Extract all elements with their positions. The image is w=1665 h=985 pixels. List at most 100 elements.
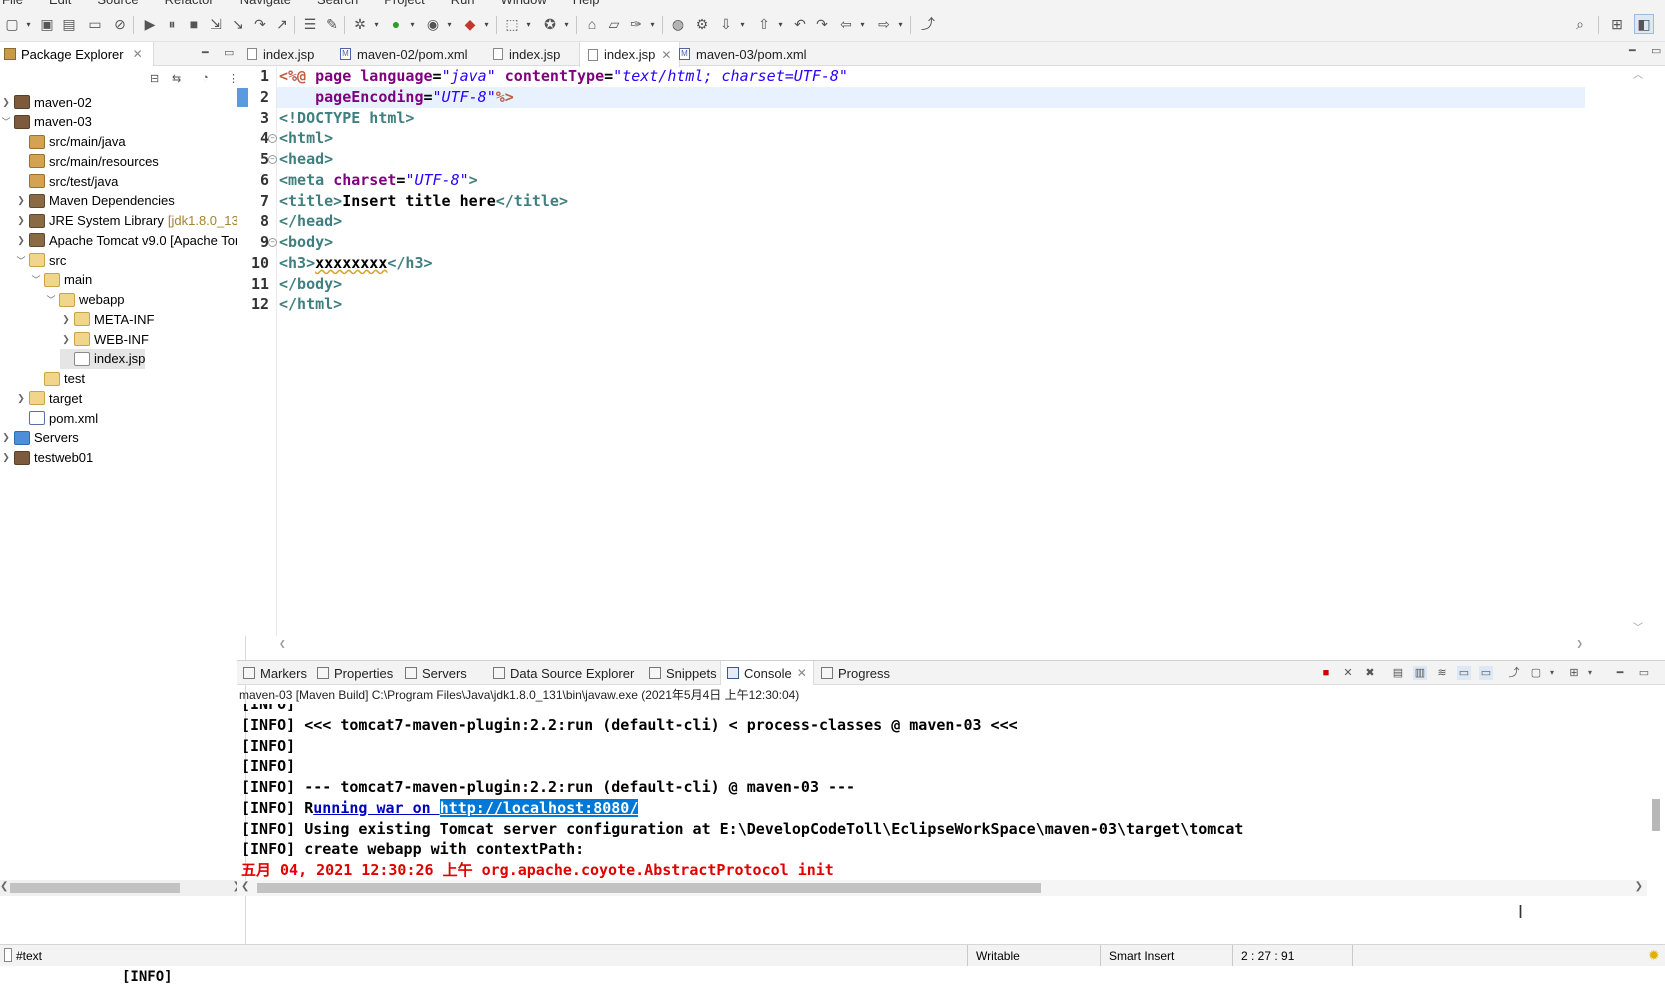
menu-search[interactable]: Search <box>317 0 358 8</box>
disconnect-icon[interactable]: ⇲ <box>206 14 226 34</box>
tip-bulb-icon[interactable]: ✹ <box>1648 947 1660 964</box>
previous-annotation-dropdown-icon[interactable]: ▾ <box>776 14 785 34</box>
chevron-right-icon[interactable]: ❯ <box>15 235 27 246</box>
coverage-icon[interactable]: ◉ <box>423 14 443 34</box>
pin-console-icon[interactable]: ⤴ <box>1507 666 1521 680</box>
resume-icon[interactable]: ▶ <box>140 14 160 34</box>
chevron-right-icon[interactable]: ❯ <box>15 195 27 206</box>
menu-run[interactable]: Run <box>451 0 475 8</box>
remove-all-terminated-icon[interactable]: ✖ <box>1363 666 1377 680</box>
skip-breakpoints-icon[interactable]: ⊘ <box>110 14 130 34</box>
fold-toggle-icon[interactable]: − <box>268 238 277 247</box>
tree-item[interactable]: ❯ Maven Dependencies <box>15 191 175 211</box>
remove-launch-icon[interactable]: ✕ <box>1341 666 1355 680</box>
open-console-dropdown-icon[interactable]: ▾ <box>1583 666 1597 680</box>
mylyn-icon[interactable]: ⚙ <box>692 14 712 34</box>
coverage-dropdown-icon[interactable]: ▾ <box>445 14 454 34</box>
scroll-left-icon[interactable]: ❮ <box>0 881 8 892</box>
tree-item[interactable]: test <box>30 369 85 389</box>
forward-edit-icon[interactable]: ↷ <box>812 14 832 34</box>
chevron-down-icon[interactable]: ﹀ <box>0 115 12 128</box>
tree-item[interactable]: ﹀ main <box>30 270 92 290</box>
close-tab-icon[interactable]: ✕ <box>797 666 807 680</box>
chevron-right-icon[interactable]: ❯ <box>0 452 12 463</box>
chevron-right-icon[interactable]: ❯ <box>60 334 72 345</box>
minimize-icon[interactable]: ━ <box>202 46 209 59</box>
scroll-right-icon[interactable]: ❯ <box>1576 637 1583 650</box>
forward-dropdown-icon[interactable]: ▾ <box>896 14 905 34</box>
tab-progress[interactable]: Progress <box>821 661 890 685</box>
back-dropdown-icon[interactable]: ▾ <box>858 14 867 34</box>
chevron-down-icon[interactable]: ﹀ <box>30 273 42 286</box>
tab-properties[interactable]: Properties <box>317 661 393 685</box>
maximize-icon[interactable]: ▭ <box>1637 666 1651 680</box>
console-output[interactable]: [INFO] [INFO] <<< tomcat7-maven-plugin:2.… <box>237 704 1647 894</box>
debug-icon[interactable]: ✲ <box>350 14 370 34</box>
next-annotation-dropdown-icon[interactable]: ▾ <box>738 14 747 34</box>
tree-item[interactable]: ❯ WEB-INF <box>60 329 149 349</box>
globe-icon[interactable]: ◍ <box>668 14 688 34</box>
display-console-icon[interactable]: ▢ <box>1529 666 1543 680</box>
external-tools-icon[interactable]: ◆ <box>460 14 480 34</box>
run-icon[interactable]: ● <box>386 14 406 34</box>
step-over-icon[interactable]: ↷ <box>250 14 270 34</box>
tree-item[interactable]: src/main/java <box>15 132 126 152</box>
tab-maven-02-pom[interactable]: M maven-02/pom.xml <box>332 42 476 66</box>
new-java-class-icon[interactable]: ✪ <box>540 14 560 34</box>
new-java-class-dropdown-icon[interactable]: ▾ <box>562 14 571 34</box>
tree-item[interactable]: index.jsp <box>60 348 146 369</box>
status-insert-mode[interactable]: Smart Insert <box>1100 945 1230 967</box>
scroll-right-icon[interactable]: ❯ <box>1635 881 1643 892</box>
search-tool-dropdown-icon[interactable]: ▾ <box>648 14 657 34</box>
collapse-all-icon[interactable]: ⊟ <box>150 72 159 85</box>
tab-data-source-explorer[interactable]: Data Source Explorer <box>493 661 634 685</box>
new-server-icon[interactable]: ⬚ <box>502 14 522 34</box>
menu-window[interactable]: Window <box>501 0 547 8</box>
open-type-icon[interactable]: ⌂ <box>582 14 602 34</box>
debug-dropdown-icon[interactable]: ▾ <box>372 14 381 34</box>
horizontal-scrollbar[interactable]: ❮ ❯ <box>0 880 245 896</box>
menu-project[interactable]: Project <box>384 0 424 8</box>
tree-item[interactable]: ﹀ maven-03 <box>0 112 91 132</box>
tab-servers[interactable]: Servers <box>405 661 467 685</box>
console-link[interactable]: unning war on <box>313 799 439 817</box>
editor-vertical-scrollbar[interactable]: ︿ ﹀ <box>1629 66 1647 636</box>
tree-item[interactable]: ﹀ src <box>15 250 66 270</box>
scroll-thumb[interactable] <box>10 883 180 893</box>
chevron-right-icon[interactable]: ❯ <box>60 314 72 325</box>
chevron-right-icon[interactable]: ❯ <box>0 432 12 443</box>
console-horizontal-scrollbar[interactable]: ❮ ❯ <box>237 880 1647 896</box>
open-console-icon[interactable]: ⊞ <box>1567 666 1581 680</box>
maximize-icon[interactable]: ▭ <box>224 46 234 59</box>
tree-item[interactable]: pom.xml <box>15 408 98 428</box>
maximize-icon[interactable]: ▭ <box>1651 44 1661 57</box>
external-tools-dropdown-icon[interactable]: ▾ <box>482 14 491 34</box>
chevron-down-icon[interactable]: ﹀ <box>45 293 57 306</box>
chevron-right-icon[interactable]: ❯ <box>0 97 12 108</box>
chevron-right-icon[interactable]: ❯ <box>15 215 27 226</box>
editor-horizontal-scrollbar[interactable]: ❮ ❯ <box>277 636 1585 652</box>
minimize-icon[interactable]: ━ <box>1629 44 1636 57</box>
terminate-icon[interactable]: ■ <box>1319 666 1333 680</box>
console-vertical-scrollbar[interactable] <box>1647 704 1665 894</box>
tab-maven-03-pom[interactable]: M maven-03/pom.xml <box>671 42 815 66</box>
console-icon[interactable]: ▭ <box>85 14 105 34</box>
tab-index-jsp-2[interactable]: index.jsp <box>485 42 568 66</box>
search-icon[interactable]: ⌕ <box>1570 14 1590 34</box>
show-on-stderr-icon[interactable]: ▭ <box>1479 666 1493 680</box>
package-explorer-tab[interactable]: Package Explorer ✕ <box>0 42 154 66</box>
tree-item[interactable]: src/main/resources <box>15 151 159 171</box>
scroll-left-icon[interactable]: ❮ <box>241 881 249 892</box>
task-icon[interactable]: ☰ <box>300 14 320 34</box>
back-icon[interactable]: ⇦ <box>836 14 856 34</box>
clear-console-icon[interactable]: ▤ <box>1391 666 1405 680</box>
save-all-icon[interactable]: ▤ <box>59 14 79 34</box>
menu-help[interactable]: Help <box>573 0 600 8</box>
forward-icon[interactable]: ⇨ <box>874 14 894 34</box>
tree-item[interactable]: ❯ JRE System Library [jdk1.8.0_131] <box>15 211 249 231</box>
open-task-icon[interactable]: ▱ <box>604 14 624 34</box>
close-tab-icon[interactable]: ✕ <box>661 48 671 62</box>
java-ee-perspective-icon[interactable]: ◧ <box>1634 14 1654 34</box>
new-dropdown-icon[interactable]: ▾ <box>24 14 33 34</box>
suspend-icon[interactable]: ⏸ <box>162 14 182 34</box>
